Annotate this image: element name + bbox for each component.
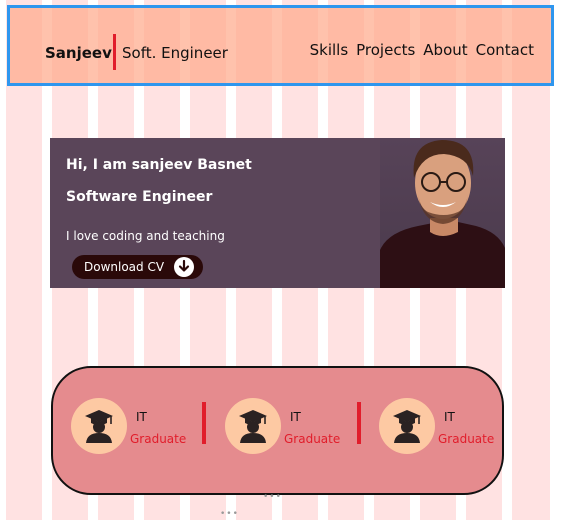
nav-item-about[interactable]: About — [423, 41, 467, 59]
nav-item-skills[interactable]: Skills — [310, 41, 349, 59]
education-divider — [202, 402, 206, 444]
nav-item-contact[interactable]: Contact — [476, 41, 534, 59]
education-item: IT Graduate — [71, 398, 201, 456]
education-divider — [357, 402, 361, 444]
nav-menu: Skills Projects About Contact — [310, 41, 534, 59]
education-title: IT — [136, 410, 147, 424]
education-title: IT — [444, 410, 455, 424]
education-subtitle: Graduate — [438, 432, 495, 446]
download-icon — [174, 257, 194, 277]
graduate-icon-badge — [379, 398, 435, 454]
hero-tagline: I love coding and teaching — [66, 229, 225, 243]
education-subtitle: Graduate — [130, 432, 187, 446]
education-item: IT Graduate — [379, 398, 509, 456]
graduate-icon — [393, 410, 421, 443]
education-subtitle: Graduate — [284, 432, 341, 446]
brand-role: Soft. Engineer — [122, 44, 228, 62]
download-cv-label: Download CV — [84, 260, 165, 274]
nav-item-projects[interactable]: Projects — [356, 41, 415, 59]
graduate-icon-badge — [71, 398, 127, 454]
profile-photo — [380, 138, 505, 288]
more-handle-icon[interactable]: ••• — [263, 492, 282, 502]
graduate-icon-badge — [225, 398, 281, 454]
education-card: IT Graduate IT Graduate IT Graduate — [51, 366, 504, 495]
graduate-icon — [85, 410, 113, 443]
more-handle-icon[interactable]: ••• — [220, 509, 239, 519]
education-title: IT — [290, 410, 301, 424]
download-cv-button[interactable]: Download CV — [72, 255, 203, 279]
hero-section: Hi, I am sanjeev Basnet Software Enginee… — [50, 138, 505, 288]
brand-divider — [113, 34, 116, 70]
education-item: IT Graduate — [225, 398, 355, 456]
navbar: Sanjeev Soft. Engineer Skills Projects A… — [7, 5, 554, 86]
hero-title: Software Engineer — [66, 189, 213, 205]
graduate-icon — [239, 410, 267, 443]
brand-name[interactable]: Sanjeev — [45, 44, 112, 62]
hero-greeting: Hi, I am sanjeev Basnet — [66, 157, 252, 173]
